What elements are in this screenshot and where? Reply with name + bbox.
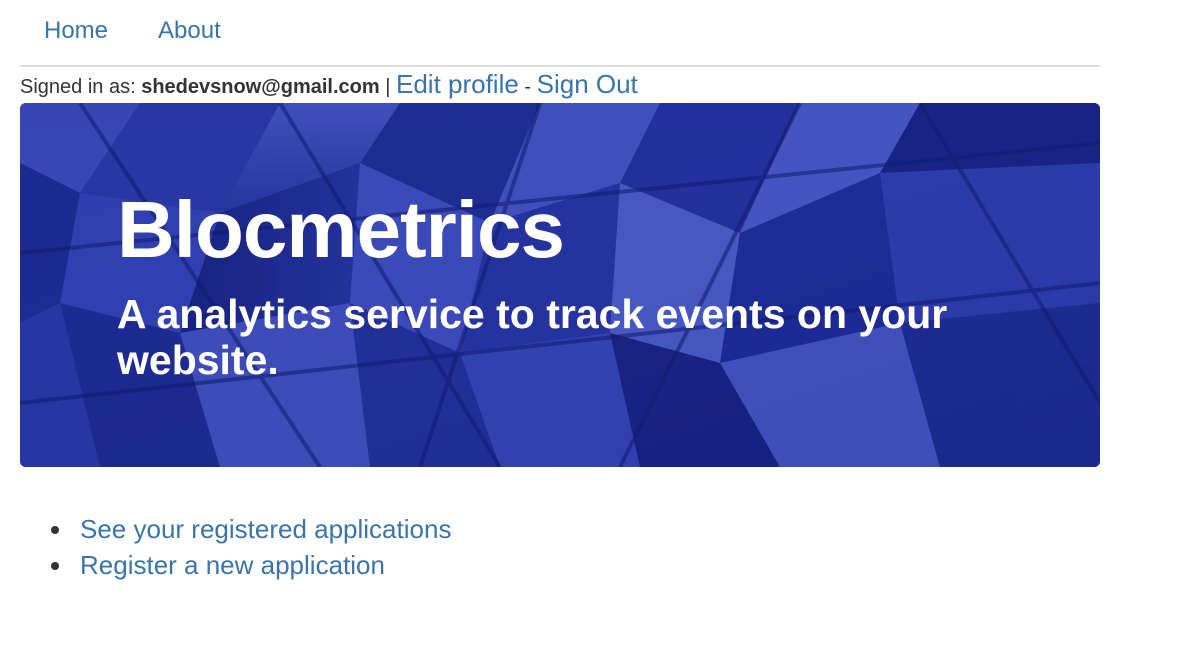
app-links-list: See your registered applications Registe… [20,511,1100,583]
registered-applications-link[interactable]: See your registered applications [80,514,451,544]
edit-profile-link[interactable]: Edit profile [396,69,519,99]
hero-jumbotron: Blocmetrics A analytics service to track… [20,103,1100,467]
bullet-icon [51,526,59,534]
top-nav: Home About [20,0,1100,67]
signed-in-bar: Signed in as: shedevsnow@gmail.com | Edi… [20,69,1100,105]
separator: | [379,76,396,98]
signed-in-label: Signed in as: [20,76,142,98]
nav-home-link[interactable]: Home [44,16,108,46]
register-application-link[interactable]: Register a new application [80,550,385,580]
sign-out-link[interactable]: Sign Out [537,69,638,99]
list-item: See your registered applications [20,511,1100,547]
hero-title: Blocmetrics [117,185,565,274]
bullet-icon [51,562,59,570]
nav-about-link[interactable]: About [158,16,221,46]
list-item: Register a new application [20,547,1100,583]
hero-background-image [20,103,1100,467]
user-email: shedevsnow@gmail.com [141,76,380,98]
hero-subtitle: A analytics service to track events on y… [117,291,948,383]
separator: - [518,76,537,98]
page-container: Home About Signed in as: shedevsnow@gmai… [20,0,1100,580]
